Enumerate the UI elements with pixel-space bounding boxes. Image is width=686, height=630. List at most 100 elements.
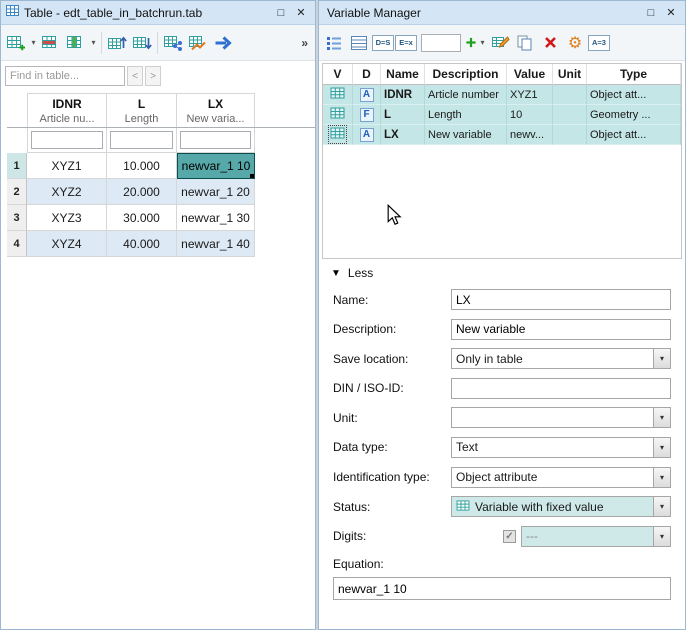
less-expander[interactable]: ▼ Less [319, 261, 685, 285]
evaluate-variables-button[interactable]: A=3 [588, 35, 610, 51]
apply-table-button[interactable] [211, 30, 235, 56]
table-filter-row [7, 128, 315, 153]
filter-input-lx[interactable] [180, 131, 251, 149]
data-type-dropdown[interactable]: Text ▾ [451, 437, 671, 458]
cell-idnr[interactable]: XYZ4 [27, 231, 107, 257]
form-row-digits: Digits: ✓ --- ▾ [333, 526, 671, 547]
row-number[interactable]: 1 [7, 153, 27, 179]
table-row: 4 XYZ4 40.000 newvar_1 40 [7, 231, 315, 257]
edit-variable-button[interactable] [488, 30, 512, 56]
table-maximize-button[interactable]: □ [271, 4, 291, 22]
description-field[interactable] [451, 319, 671, 340]
col-header-value[interactable]: Value [507, 64, 553, 85]
table-corner-cell [7, 93, 27, 127]
identification-type-label: Identification type: [333, 470, 451, 484]
assignment-mode-button[interactable]: D=S [372, 35, 394, 51]
column-header-l[interactable]: L Length [107, 93, 177, 127]
unit-dropdown[interactable]: ▾ [451, 407, 671, 428]
col-header-v[interactable]: V [323, 64, 353, 85]
variable-value-cell: 10 [507, 105, 553, 125]
settings-gear-button[interactable]: ⚙ [563, 30, 587, 56]
variable-description-cell: Length [425, 105, 507, 125]
add-column-dropdown-caret-icon[interactable]: ▾ [89, 38, 98, 47]
chevron-down-icon: ▾ [653, 527, 670, 546]
chevron-down-icon[interactable]: ▾ [653, 438, 670, 457]
table-close-button[interactable]: ✕ [291, 4, 311, 22]
view-details-button[interactable] [347, 30, 371, 56]
variable-filter-input[interactable] [421, 34, 461, 52]
toolbar-overflow-button[interactable]: » [297, 36, 312, 50]
cell-l[interactable]: 30.000 [107, 205, 177, 231]
table-delete-row-button[interactable] [39, 30, 63, 56]
move-row-down-button[interactable] [130, 30, 154, 56]
variable-unit-cell [553, 85, 587, 105]
identification-type-dropdown[interactable]: Object attribute ▾ [451, 467, 671, 488]
variable-datatype-cell: F [353, 105, 381, 125]
add-variable-dropdown-caret-icon[interactable]: ▾ [478, 38, 487, 47]
filter-input-l[interactable] [110, 131, 173, 149]
status-dropdown[interactable]: Variable with fixed value ▾ [451, 496, 671, 517]
table-add-column-button[interactable] [64, 30, 88, 56]
table-add-row-button[interactable] [4, 30, 28, 56]
cell-l[interactable]: 10.000 [107, 153, 177, 179]
table-header-row: IDNR Article nu... L Length LX New varia… [7, 93, 315, 128]
col-header-d[interactable]: D [353, 64, 381, 85]
row-number[interactable]: 2 [7, 179, 27, 205]
cell-l[interactable]: 40.000 [107, 231, 177, 257]
cell-lx-selected[interactable]: newvar_1 10 [177, 153, 255, 179]
table-reference-button[interactable] [186, 30, 210, 56]
col-header-unit[interactable]: Unit [553, 64, 587, 85]
row-number[interactable]: 3 [7, 205, 27, 231]
equation-label: Equation: [333, 557, 384, 571]
equation-field[interactable] [333, 577, 671, 600]
chevron-down-icon[interactable]: ▾ [653, 468, 670, 487]
form-row-unit: Unit: ▾ [333, 407, 671, 428]
chevron-down-icon[interactable]: ▾ [653, 497, 670, 516]
filter-input-idnr[interactable] [31, 131, 103, 149]
din-iso-field[interactable] [451, 378, 671, 399]
col-header-type[interactable]: Type [587, 64, 681, 85]
table-editor-panel: Table - edt_table_in_batchrun.tab □ ✕ ▾ … [0, 0, 316, 630]
status-label: Status: [333, 500, 451, 514]
table-titlebar: Table - edt_table_in_batchrun.tab □ ✕ [1, 1, 315, 25]
variable-unit-cell [553, 105, 587, 125]
table-link-button[interactable] [161, 30, 185, 56]
row-number[interactable]: 4 [7, 231, 27, 257]
add-variable-button[interactable] [465, 30, 477, 56]
chevron-down-icon[interactable]: ▾ [653, 408, 670, 427]
chevron-down-icon[interactable]: ▾ [653, 349, 670, 368]
move-row-up-button[interactable] [105, 30, 129, 56]
variable-value-cell: newv... [507, 125, 553, 145]
column-header-lx[interactable]: LX New varia... [177, 93, 255, 127]
column-header-idnr[interactable]: IDNR Article nu... [27, 93, 107, 127]
table-search-row: < > [1, 61, 315, 91]
cell-lx[interactable]: newvar_1 20 [177, 179, 255, 205]
cell-fill-handle[interactable] [250, 174, 255, 179]
add-row-dropdown-caret-icon[interactable]: ▾ [29, 38, 38, 47]
name-field[interactable] [451, 289, 671, 310]
cell-idnr[interactable]: XYZ3 [27, 205, 107, 231]
view-list-button[interactable] [322, 30, 346, 56]
cell-l[interactable]: 20.000 [107, 179, 177, 205]
digits-checkbox[interactable]: ✓ [503, 530, 516, 543]
col-header-name[interactable]: Name [381, 64, 425, 85]
find-previous-button[interactable]: < [127, 66, 143, 86]
copy-variable-button[interactable] [513, 30, 537, 56]
cell-idnr[interactable]: XYZ2 [27, 179, 107, 205]
variable-manager-maximize-button[interactable]: □ [641, 4, 661, 22]
variable-row-selected[interactable]: A LX New variable newv... Object att... [323, 125, 681, 145]
cell-lx[interactable]: newvar_1 40 [177, 231, 255, 257]
formula-mode-button[interactable]: E=x [395, 35, 417, 51]
find-in-table-input[interactable] [5, 66, 125, 86]
save-location-dropdown[interactable]: Only in table ▾ [451, 348, 671, 369]
cell-lx[interactable]: newvar_1 30 [177, 205, 255, 231]
variable-row[interactable]: A IDNR Article number XYZ1 Object att... [323, 85, 681, 105]
variable-manager-close-button[interactable]: ✕ [661, 4, 681, 22]
variable-manager-panel: Variable Manager □ ✕ D=S E=x ▾ ⚙ A=3 [318, 0, 686, 630]
find-next-button[interactable]: > [145, 66, 161, 86]
col-header-description[interactable]: Description [425, 64, 507, 85]
delete-variable-button[interactable] [538, 30, 562, 56]
cell-idnr[interactable]: XYZ1 [27, 153, 107, 179]
variable-row[interactable]: F L Length 10 Geometry ... [323, 105, 681, 125]
variable-unit-cell [553, 125, 587, 145]
